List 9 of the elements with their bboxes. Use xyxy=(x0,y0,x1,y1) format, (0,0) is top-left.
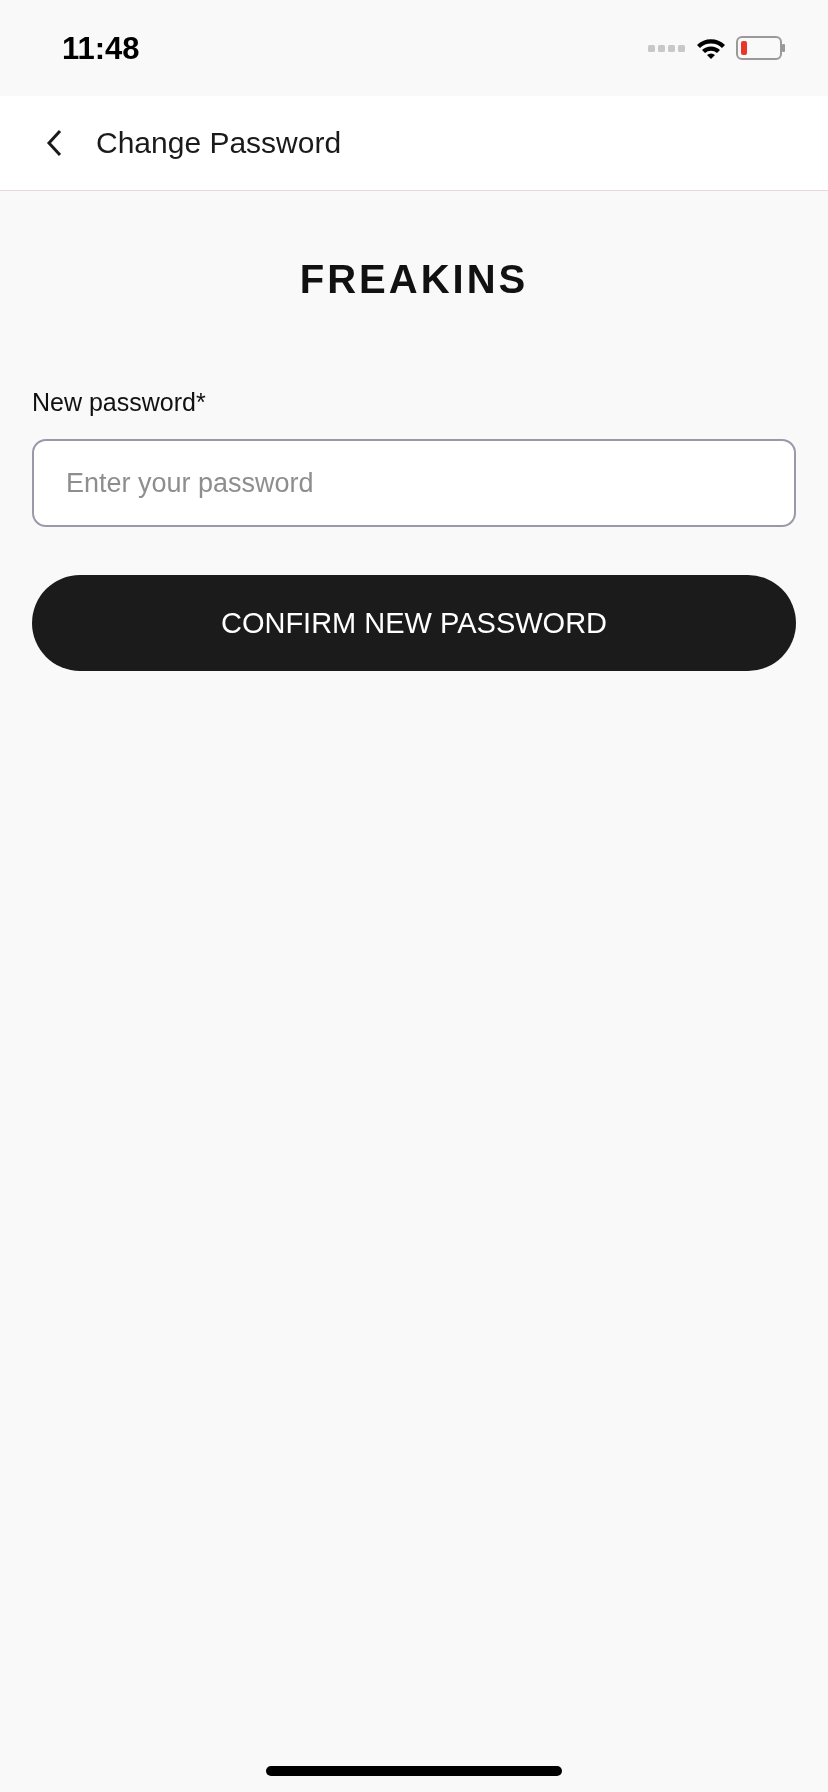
field-label: New password* xyxy=(32,388,207,417)
battery-icon xyxy=(736,36,786,60)
signal-icon xyxy=(648,43,686,53)
confirm-button[interactable]: CONFIRM NEW PASSWORD xyxy=(32,575,796,671)
status-time: 11:48 xyxy=(62,31,140,67)
page-title: Change Password xyxy=(96,126,342,160)
wifi-icon xyxy=(696,37,726,59)
password-field[interactable]: Enter your password xyxy=(32,439,796,527)
brand-logo: FREAKINS xyxy=(299,257,529,302)
